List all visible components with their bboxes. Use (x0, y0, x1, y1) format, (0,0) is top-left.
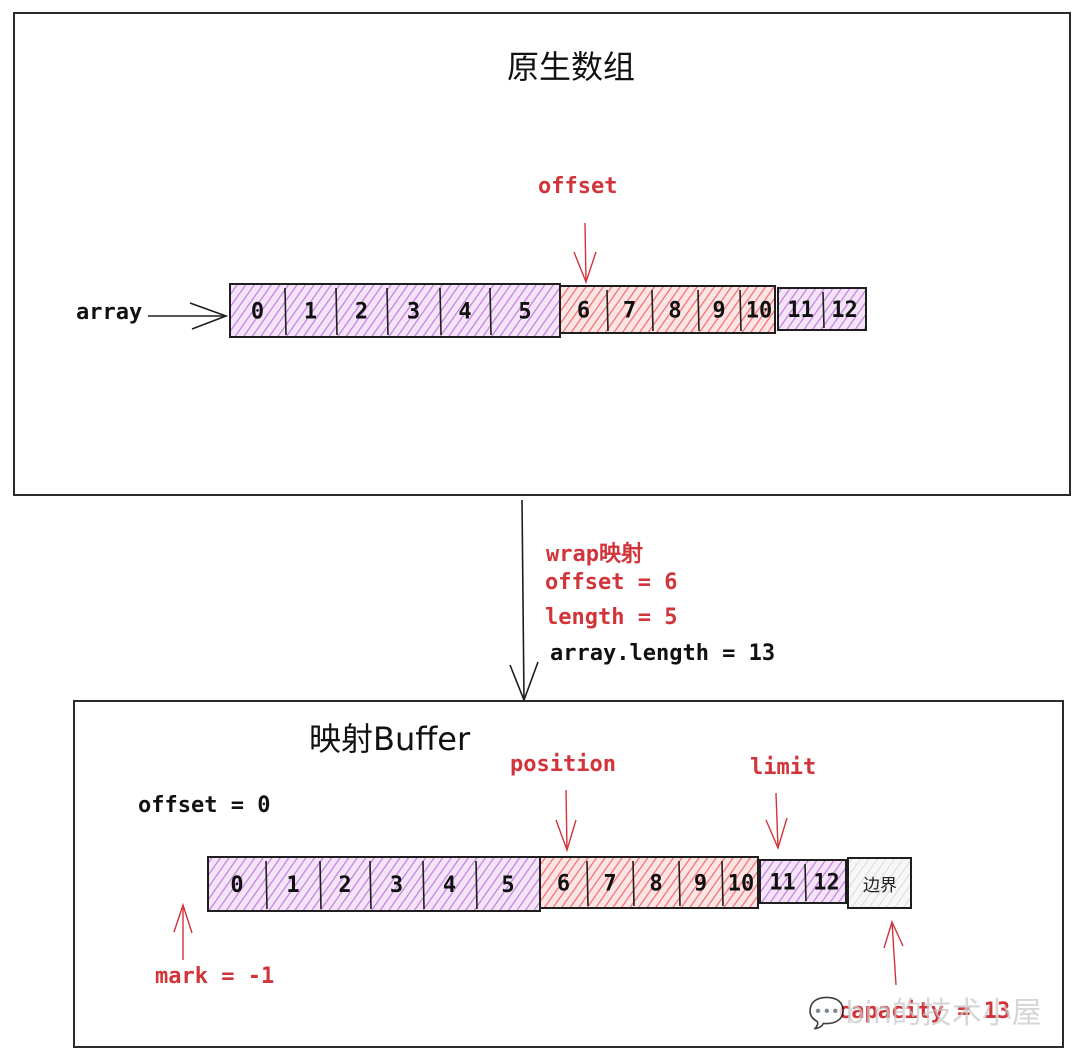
buffer-cell-divider (678, 860, 681, 907)
array-cell-divider (439, 287, 442, 336)
buffer-cell-divider (586, 860, 589, 907)
buffer-cell-divider (632, 860, 635, 907)
wrap-down-arrow-icon (509, 499, 539, 703)
capacity-arrow-icon (883, 920, 904, 986)
mark-arrow-icon (173, 902, 193, 960)
buffer-cell-6: 6 (557, 872, 570, 897)
buffer-cell-divider (265, 860, 268, 910)
buffer-cell-10: 10 (728, 872, 755, 897)
buffer-cell-9: 9 (694, 872, 707, 897)
buffer-cell-5: 5 (501, 873, 514, 898)
buffer-cell-4: 4 (443, 873, 456, 898)
buffer-cell-divider (804, 863, 807, 902)
diagram-canvas: 0 1 2 3 4 5 6 7 8 9 10 11 12 0 1 2 3 4 5 6 7 8 9 10 11 12 边界 (148, 222, 912, 986)
array-cell-10: 10 (746, 299, 773, 324)
buffer-cell-divider (319, 860, 322, 910)
buffer-segment-purple (207, 856, 541, 912)
array-cell-3: 3 (407, 300, 420, 325)
buffer-cell-2: 2 (338, 873, 351, 898)
array-cell-6: 6 (577, 299, 590, 324)
buffer-cell-divider (422, 860, 425, 910)
buffer-cell-13: 边界 (863, 876, 897, 896)
buffer-cell-divider (475, 860, 478, 910)
limit-arrow-icon (765, 792, 788, 851)
array-cell-11: 11 (787, 298, 814, 323)
buffer-cell-11: 11 (769, 871, 796, 896)
buffer-cells: 0 1 2 3 4 5 6 7 8 9 10 11 12 边界 (207, 856, 912, 912)
array-cell-divider (386, 287, 389, 336)
buffer-cell-8: 8 (649, 872, 662, 897)
array-cell-4: 4 (458, 300, 471, 325)
array-cell-2: 2 (355, 300, 368, 325)
array-cell-1: 1 (304, 300, 317, 325)
array-cell-divider (697, 289, 700, 332)
buffer-cell-3: 3 (390, 873, 403, 898)
array-cell-divider (739, 289, 742, 332)
array-cell-9: 9 (712, 299, 725, 324)
array-pointer-arrow (148, 302, 229, 330)
buffer-cell-12: 12 (813, 871, 840, 896)
array-cell-divider (606, 289, 609, 332)
buffer-cell-divider (369, 860, 372, 910)
array-cell-divider (651, 289, 654, 332)
position-arrow-icon (555, 789, 577, 853)
buffer-cell-7: 7 (603, 872, 616, 897)
buffer-cell-0: 0 (230, 873, 243, 898)
array-cell-8: 8 (668, 299, 681, 324)
offset-arrow-icon (573, 222, 597, 285)
array-cell-divider (284, 287, 287, 336)
array-cell-12: 12 (831, 298, 858, 323)
array-cell-7: 7 (623, 299, 636, 324)
buffer-cell-divider (721, 860, 724, 907)
array-cell-divider (335, 287, 338, 336)
buffer-cell-1: 1 (286, 873, 299, 898)
array-cell-0: 0 (251, 300, 264, 325)
array-cell-divider (489, 287, 492, 336)
native-array-cells: 0 1 2 3 4 5 6 7 8 9 10 11 12 (229, 283, 867, 338)
array-cell-divider (822, 291, 825, 329)
array-segment-purple (229, 283, 561, 338)
array-cell-5: 5 (518, 300, 531, 325)
